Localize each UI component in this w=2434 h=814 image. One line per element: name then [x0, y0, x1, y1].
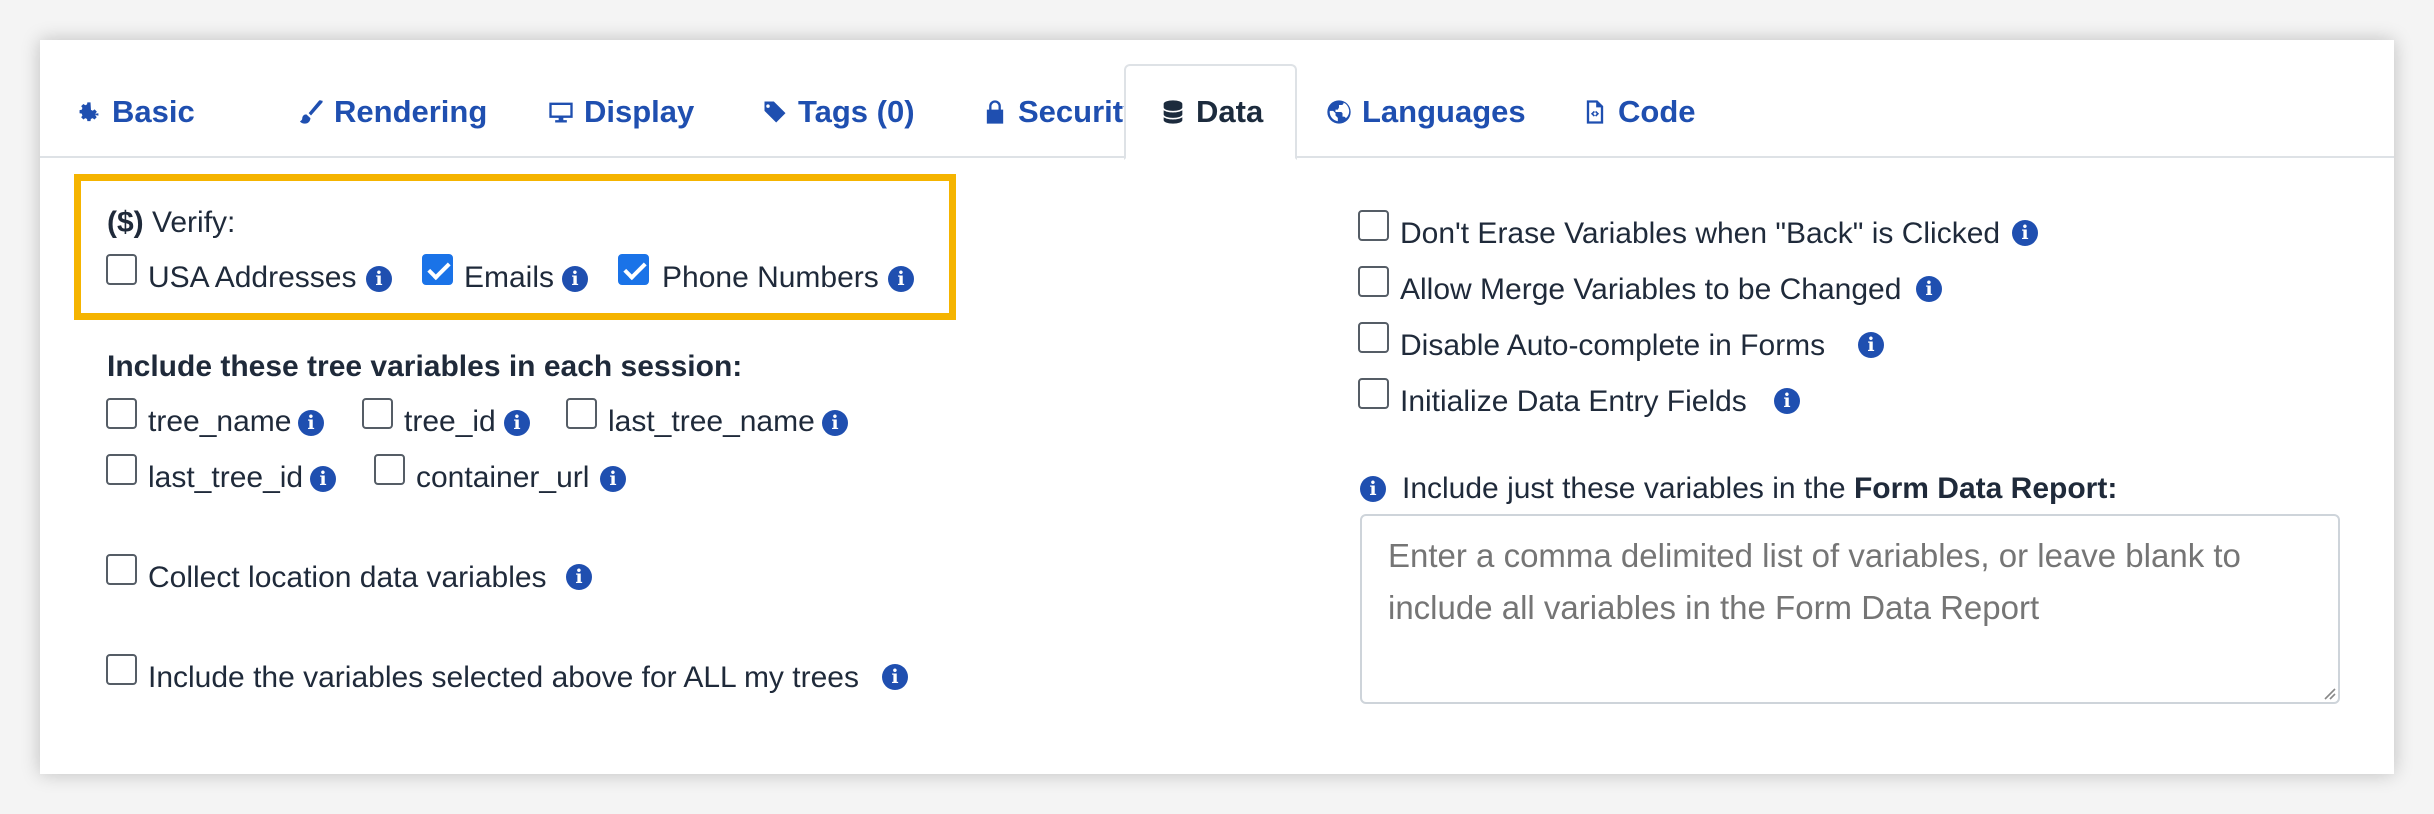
- info-icon[interactable]: i: [600, 466, 626, 492]
- tab-label: Code: [1618, 94, 1696, 129]
- tab-label: Security: [1018, 94, 1141, 129]
- settings-panel: Basic Rendering Display Tags (0) Securit…: [40, 40, 2394, 774]
- verify-usa-addresses-label: USA Addresses: [148, 261, 357, 294]
- allow-merge-variables-checkbox[interactable]: [1358, 266, 1389, 297]
- database-icon: [1158, 97, 1188, 127]
- info-icon[interactable]: i: [888, 266, 914, 292]
- form-report-variables-textarea[interactable]: [1360, 514, 2340, 704]
- verify-highlight-box: [74, 174, 956, 320]
- info-icon[interactable]: i: [2012, 220, 2038, 246]
- tab-languages[interactable]: Languages: [1324, 64, 1526, 160]
- all-trees-checkbox[interactable]: [106, 654, 137, 685]
- monitor-icon: [546, 97, 576, 127]
- info-icon[interactable]: i: [366, 266, 392, 292]
- location-data-checkbox[interactable]: [106, 554, 137, 585]
- dont-erase-variables-checkbox[interactable]: [1358, 210, 1389, 241]
- form-report-label: Include just these variables in the Form…: [1402, 472, 2117, 506]
- disable-autocomplete-checkbox[interactable]: [1358, 322, 1389, 353]
- info-icon[interactable]: i: [298, 410, 324, 436]
- tab-tags[interactable]: Tags (0): [760, 64, 915, 160]
- paintbrush-icon: [296, 97, 326, 127]
- last-tree-name-label: last_tree_name: [608, 405, 815, 438]
- verify-phone-label: Phone Numbers: [662, 261, 879, 294]
- tab-label: Basic: [112, 94, 195, 129]
- tab-security[interactable]: Security: [980, 64, 1140, 160]
- last-tree-id-checkbox[interactable]: [106, 454, 137, 485]
- info-icon[interactable]: i: [1858, 332, 1884, 358]
- container-url-label: container_url: [416, 461, 590, 494]
- verify-phone-checkbox[interactable]: [618, 254, 649, 285]
- all-trees-label: Include the variables selected above for…: [148, 661, 859, 694]
- tree-id-checkbox[interactable]: [362, 398, 393, 429]
- info-icon[interactable]: i: [882, 664, 908, 690]
- tab-rendering[interactable]: Rendering: [296, 64, 487, 160]
- info-icon[interactable]: i: [1916, 276, 1942, 302]
- code-file-icon: [1580, 97, 1610, 127]
- lock-icon: [980, 97, 1010, 127]
- tab-code[interactable]: Code: [1580, 64, 1696, 160]
- form-report-label-bold: Form Data Report:: [1853, 472, 2118, 505]
- info-icon[interactable]: i: [310, 466, 336, 492]
- last-tree-name-checkbox[interactable]: [566, 398, 597, 429]
- tab-display[interactable]: Display: [546, 64, 694, 160]
- tree-name-checkbox[interactable]: [106, 398, 137, 429]
- info-icon[interactable]: i: [1360, 476, 1386, 502]
- tab-label: Languages: [1362, 94, 1526, 129]
- form-report-label-prefix: Include just these variables in the: [1402, 472, 1846, 505]
- info-icon[interactable]: i: [504, 410, 530, 436]
- info-icon[interactable]: i: [562, 266, 588, 292]
- tab-label: Rendering: [334, 94, 488, 129]
- dont-erase-variables-label: Don't Erase Variables when "Back" is Cli…: [1400, 217, 2001, 250]
- tree-id-label: tree_id: [404, 405, 496, 438]
- disable-autocomplete-label: Disable Auto-complete in Forms: [1400, 329, 1826, 362]
- last-tree-id-label: last_tree_id: [148, 461, 304, 494]
- resize-grip-icon[interactable]: [2322, 686, 2336, 700]
- container-url-checkbox[interactable]: [374, 454, 405, 485]
- tab-basic[interactable]: Basic: [74, 64, 195, 160]
- globe-icon: [1324, 97, 1354, 127]
- verify-prefix: ($): [107, 206, 144, 239]
- info-icon[interactable]: i: [1774, 388, 1800, 414]
- gear-icon: [74, 97, 104, 127]
- tab-label: Tags (0): [798, 94, 915, 129]
- tab-bar: Basic Rendering Display Tags (0) Securit…: [40, 40, 2394, 160]
- location-data-label: Collect location data variables: [148, 561, 547, 594]
- info-icon[interactable]: i: [566, 564, 592, 590]
- tab-label: Data: [1196, 94, 1264, 129]
- verify-emails-label: Emails: [464, 261, 555, 294]
- tree-vars-heading: Include these tree variables in each ses…: [107, 350, 743, 383]
- tags-icon: [760, 97, 790, 127]
- tab-label: Display: [584, 94, 695, 129]
- initialize-data-entry-label: Initialize Data Entry Fields: [1400, 385, 1747, 418]
- verify-heading: ($) Verify:: [107, 206, 235, 240]
- initialize-data-entry-checkbox[interactable]: [1358, 378, 1389, 409]
- verify-emails-checkbox[interactable]: [422, 254, 453, 285]
- allow-merge-variables-label: Allow Merge Variables to be Changed: [1400, 273, 1902, 306]
- info-icon[interactable]: i: [822, 410, 848, 436]
- tree-name-label: tree_name: [148, 405, 292, 438]
- tab-data[interactable]: Data: [1124, 64, 1298, 160]
- verify-label: Verify:: [152, 206, 236, 239]
- verify-usa-addresses-checkbox[interactable]: [106, 254, 137, 285]
